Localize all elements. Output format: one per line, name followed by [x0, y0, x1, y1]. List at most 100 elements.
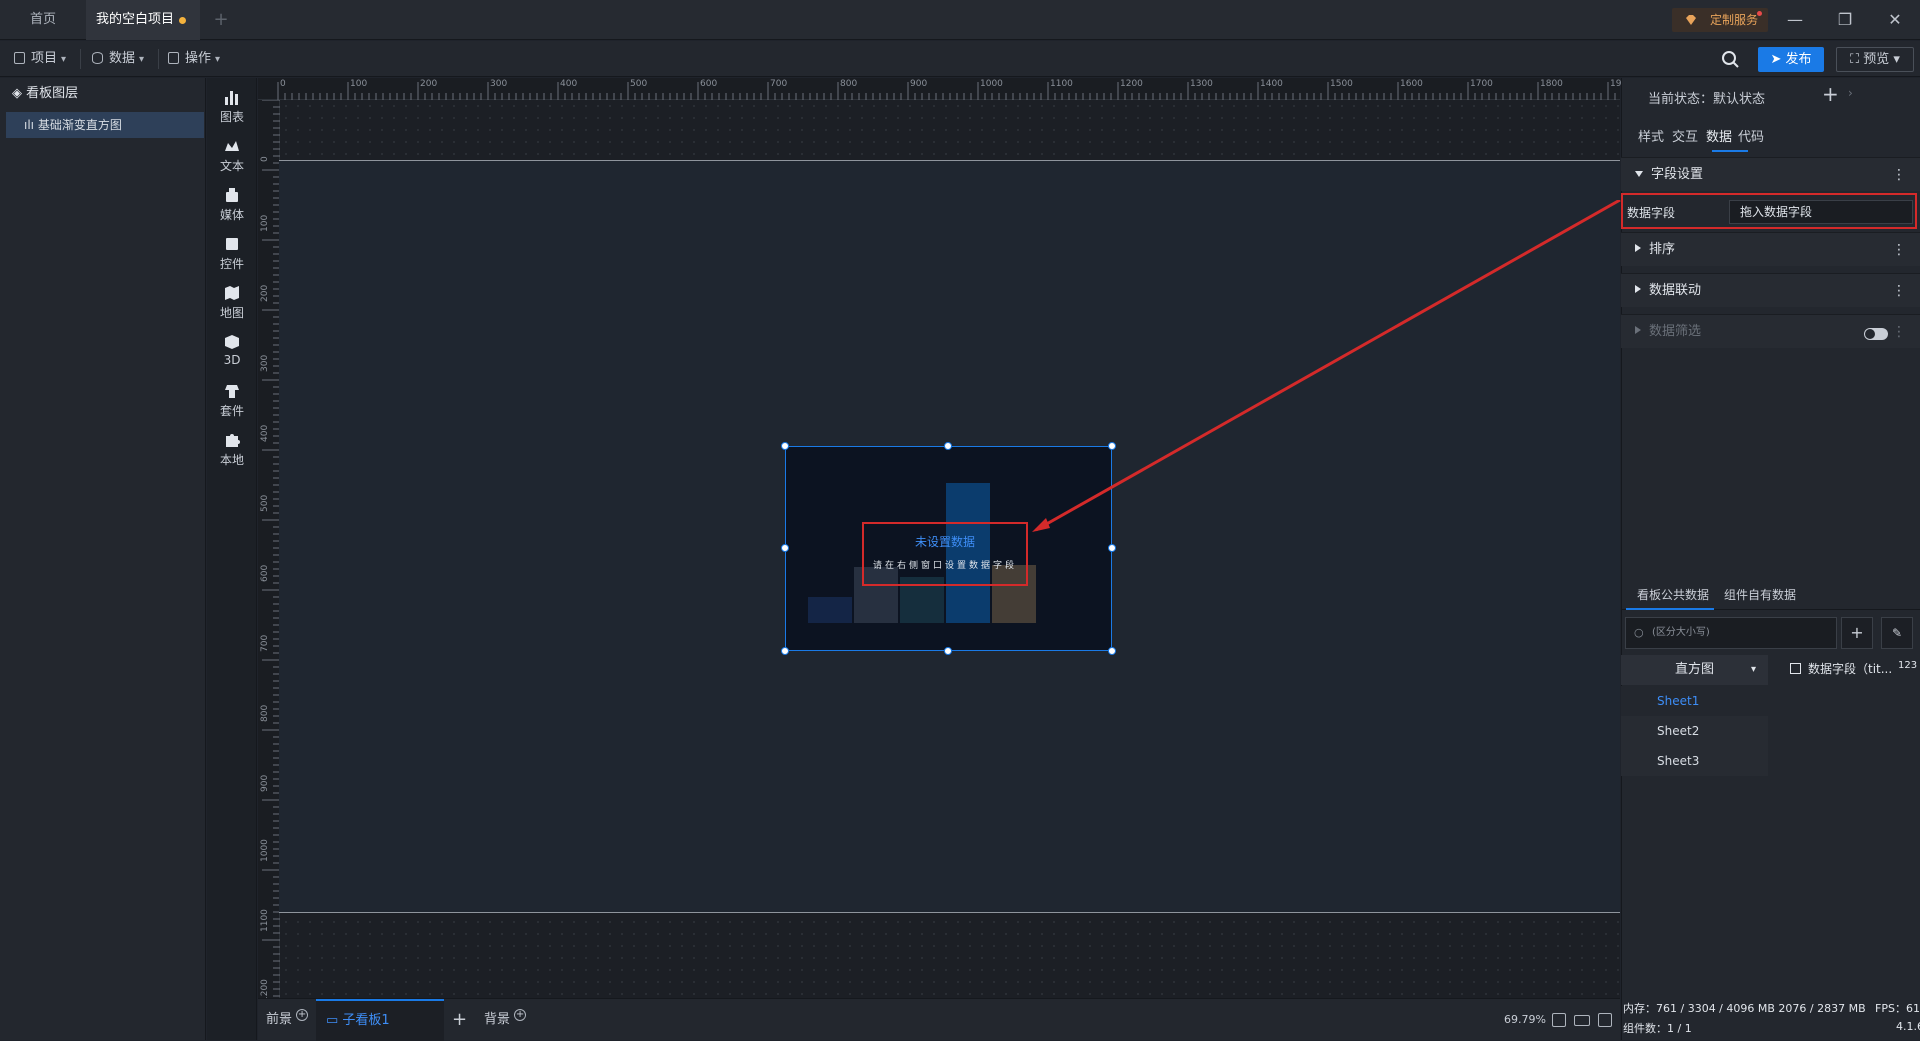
ruler-tick-label: 200 — [420, 79, 438, 89]
edit-icon[interactable]: ✎ — [1881, 617, 1913, 649]
resize-handle[interactable] — [781, 544, 789, 552]
tab-home[interactable]: 首页 — [0, 0, 86, 40]
more-icon[interactable]: ⋮ — [1892, 274, 1906, 308]
component-bar-chart[interactable]: 图表 — [207, 82, 257, 132]
tab-project[interactable]: 我的空白项目 — [86, 0, 200, 40]
tab-own-data[interactable]: 组件自有数据 — [1724, 586, 1796, 603]
checkbox-icon[interactable] — [1790, 663, 1801, 674]
ruler-tick-label: 1800 — [1540, 79, 1563, 89]
map-icon — [225, 286, 239, 300]
callout-arrow — [1032, 200, 1621, 532]
component-kit[interactable]: 套件 — [207, 376, 257, 426]
ruler-tick-label: 500 — [630, 79, 648, 89]
sheet-item[interactable]: Sheet1 — [1621, 686, 1768, 716]
publish-button[interactable]: ➤ 发布 — [1758, 47, 1824, 72]
component-media[interactable]: 媒体 — [207, 180, 257, 230]
tab-public-data[interactable]: 看板公共数据 — [1637, 586, 1709, 603]
ruler-tick-label: 100 — [260, 214, 270, 232]
component-control[interactable]: 控件 — [207, 229, 257, 279]
chevron-down-icon: ▾ — [1889, 52, 1900, 67]
preview-button[interactable]: ⛶ 预览 ▾ — [1836, 47, 1914, 72]
menu-data-label: 数据 — [109, 51, 136, 66]
data-search-input[interactable]: ○ (区分大小写) — [1625, 617, 1837, 649]
resize-handle[interactable] — [944, 442, 952, 450]
tab-interaction[interactable]: 交互 — [1672, 126, 1698, 145]
data-field-label: 数据字段 — [1627, 206, 1676, 220]
component-puzzle[interactable]: 本地 — [207, 425, 257, 475]
restore-icon[interactable]: ❐ — [1820, 0, 1870, 40]
caret-down-icon — [1635, 171, 1643, 177]
ruler-tick-label: 1200 — [1120, 79, 1143, 89]
resize-handle[interactable] — [781, 442, 789, 450]
layer-item[interactable]: ılı 基础渐变直方图 — [6, 112, 204, 138]
close-icon[interactable]: ✕ — [1870, 0, 1920, 40]
add-tab-icon[interactable]: + — [206, 0, 236, 40]
menu-project-label: 项目 — [31, 51, 58, 66]
resize-handle[interactable] — [781, 647, 789, 655]
data-search-placeholder: (区分大小写) — [1652, 627, 1710, 638]
more-icon[interactable]: ⋮ — [1892, 315, 1906, 349]
active-data-tab-indicator — [1626, 608, 1714, 610]
caret-right-icon — [1635, 285, 1641, 293]
more-icon[interactable]: ⋮ — [1892, 158, 1906, 192]
tab-code[interactable]: 代码 — [1738, 126, 1764, 145]
resize-handle[interactable] — [1108, 647, 1116, 655]
field-list-item[interactable]: 数据字段（tit... 123 — [1790, 660, 1920, 680]
current-state[interactable]: 当前状态：默认状态 — [1648, 88, 1765, 107]
component-count: 组件数：1 / 1 — [1623, 1022, 1692, 1035]
filter-toggle[interactable] — [1864, 328, 1888, 340]
caret-right-icon — [1635, 326, 1641, 334]
keyboard-icon[interactable] — [1574, 1015, 1590, 1026]
add-circle-icon[interactable]: + — [296, 1009, 309, 1021]
section-field-settings[interactable]: 字段设置 ⋮ — [1621, 157, 1920, 191]
component-map[interactable]: 地图 — [207, 278, 257, 328]
tab-sub-board[interactable]: ▭ 子看板1 — [316, 999, 444, 1041]
tab-background[interactable]: 背景 + — [484, 999, 527, 1041]
tab-style[interactable]: 样式 — [1638, 126, 1664, 145]
search-icon[interactable] — [1720, 49, 1742, 71]
tab-foreground[interactable]: 前景 + — [266, 999, 309, 1041]
resize-handle[interactable] — [944, 647, 952, 655]
database-icon — [92, 52, 103, 64]
menu-data[interactable]: 数据 ▾ — [92, 41, 144, 77]
layers-title: 看板图层 — [26, 86, 79, 101]
resize-handle[interactable] — [1108, 544, 1116, 552]
ruler-tick-label: 600 — [260, 564, 270, 582]
more-icon[interactable]: ⋮ — [1892, 233, 1906, 267]
memory-status: 内存：761 / 3304 / 4096 MB 2076 / 2837 MB — [1623, 1002, 1866, 1015]
menu-ops[interactable]: 操作 ▾ — [168, 41, 220, 77]
grid-icon — [168, 52, 179, 64]
ruler-tick-label: 500 — [260, 494, 270, 512]
title-bar: 首页 我的空白项目 + 定制服务 — ❐ ✕ — [0, 0, 1920, 40]
dataset-select[interactable]: 直方图 ▾ — [1621, 655, 1768, 685]
sheet-item[interactable]: Sheet2 — [1621, 716, 1768, 746]
chevron-right-icon[interactable]: › — [1848, 86, 1853, 100]
sheet-item[interactable]: Sheet3 — [1621, 746, 1768, 776]
add-data-icon[interactable]: + — [1841, 617, 1873, 649]
add-board-icon[interactable]: + — [452, 999, 467, 1041]
layers-panel: ◈ 看板图层 ılı 基础渐变直方图 — [0, 78, 206, 1040]
component-text[interactable]: 文本 — [207, 131, 257, 181]
data-field-dropzone[interactable]: 拖入数据字段 — [1729, 200, 1913, 224]
terminal-icon[interactable] — [1598, 1013, 1612, 1027]
ruler-tick-label: 800 — [840, 79, 858, 89]
state-value: 默认状态 — [1713, 92, 1766, 107]
section-linkage[interactable]: 数据联动 ⋮ — [1621, 273, 1920, 307]
ruler-tick-label: 900 — [910, 79, 928, 89]
layers-icon: ◈ — [12, 86, 27, 101]
component-cube[interactable]: 3D — [207, 327, 257, 377]
fit-screen-icon[interactable] — [1552, 1013, 1566, 1027]
tab-data[interactable]: 数据 — [1706, 126, 1732, 145]
ruler-tick-label: 1500 — [1330, 79, 1353, 89]
add-state-icon[interactable]: + — [1822, 82, 1839, 106]
chevron-down-icon: ▾ — [215, 54, 221, 65]
custom-service-button[interactable]: 定制服务 — [1672, 8, 1768, 32]
monitor-icon: ▭ — [326, 1013, 343, 1028]
dataset-value: 直方图 — [1674, 662, 1714, 677]
component-label: 套件 — [219, 404, 244, 418]
section-sort[interactable]: 排序 ⋮ — [1621, 232, 1920, 266]
zoom-level[interactable]: 69.79% — [1504, 1013, 1546, 1026]
menu-project[interactable]: 项目 ▾ — [14, 41, 66, 77]
add-circle-icon[interactable]: + — [514, 1009, 527, 1021]
minimize-icon[interactable]: — — [1770, 0, 1820, 40]
